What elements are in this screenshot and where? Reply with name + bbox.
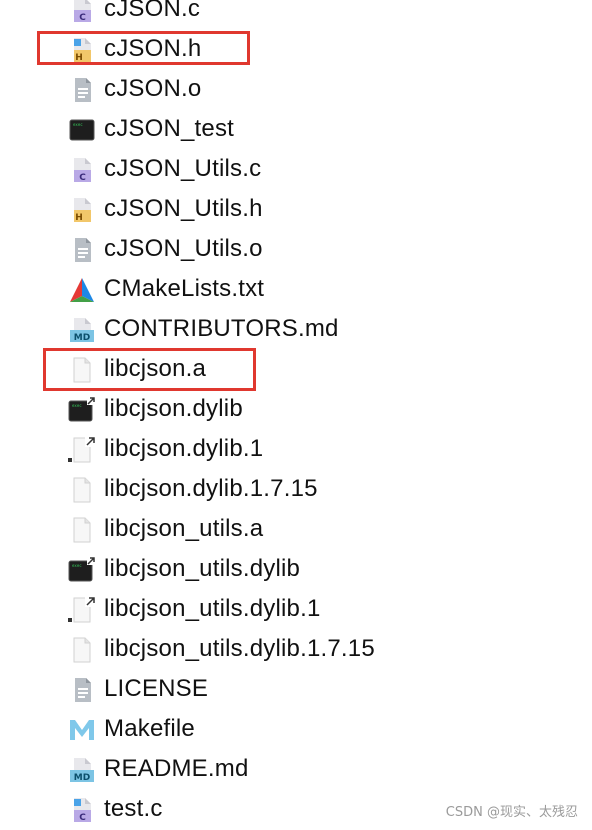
file-row-cjson-utils-h[interactable]: H cJSON_Utils.h: [0, 189, 592, 229]
file-name: libcjson.dylib.1.7.15: [104, 475, 318, 502]
header-file-icon: H: [68, 196, 96, 224]
svg-text:H: H: [75, 213, 83, 223]
file-row-libcjson-dylib-1[interactable]: libcjson.dylib.1: [0, 429, 592, 469]
file-name: CONTRIBUTORS.md: [104, 315, 339, 342]
plain-document-icon: [68, 236, 96, 264]
file-name: libcjson_utils.a: [104, 515, 264, 542]
svg-text:C: C: [79, 13, 86, 23]
file-name: cJSON.c: [104, 0, 201, 22]
svg-text:MD: MD: [74, 773, 90, 783]
file-row-cjson-o[interactable]: cJSON.o: [0, 69, 592, 109]
cmake-icon: [68, 276, 96, 304]
svg-text:C: C: [79, 813, 86, 823]
file-row-libcjson-utils-dylib-1[interactable]: libcjson_utils.dylib.1: [0, 589, 592, 629]
file-name: libcjson.dylib: [104, 395, 243, 422]
file-name: cJSON_Utils.c: [104, 155, 262, 182]
file-row-makefile[interactable]: Makefile: [0, 709, 592, 749]
file-name: libcjson_utils.dylib.1: [104, 595, 321, 622]
file-name: cJSON_Utils.o: [104, 235, 263, 262]
file-row-libcjson-utils-dylib[interactable]: exec libcjson_utils.dylib: [0, 549, 592, 589]
svg-text:C: C: [79, 173, 86, 183]
watermark: CSDN @现实、太残忍: [445, 805, 578, 820]
markdown-file-icon: MD: [68, 316, 96, 344]
file-name: cJSON.o: [104, 75, 202, 102]
file-name: LICENSE: [104, 675, 209, 702]
file-name: libcjson_utils.dylib: [104, 555, 301, 582]
file-name: libcjson_utils.dylib.1.7.15: [104, 635, 375, 662]
file-row-cjson-c[interactable]: C cJSON.c: [0, 0, 592, 29]
c-source-icon: C: [68, 156, 96, 184]
file-row-libcjson-utils-a[interactable]: libcjson_utils.a: [0, 509, 592, 549]
blank-alias-icon: [68, 596, 96, 624]
file-row-license[interactable]: LICENSE: [0, 669, 592, 709]
svg-text:exec: exec: [72, 563, 82, 568]
terminal-executable-icon: exec: [68, 116, 96, 144]
file-list: C cJSON.c H cJSON.h cJSON.o exec cJSON_t…: [0, 0, 592, 829]
c-source-icon: C: [68, 0, 96, 24]
blank-file-icon: [68, 476, 96, 504]
file-row-libcjson-a[interactable]: libcjson.a: [0, 349, 592, 389]
terminal-alias-icon: exec: [68, 556, 96, 584]
svg-text:exec: exec: [73, 122, 83, 127]
file-name: CMakeLists.txt: [104, 275, 265, 302]
file-row-libcjson-dylib-1-7-15[interactable]: libcjson.dylib.1.7.15: [0, 469, 592, 509]
file-name: cJSON.h: [104, 35, 202, 62]
markdown-file-icon: MD: [68, 756, 96, 784]
file-name: libcjson.a: [104, 355, 207, 382]
plain-document-icon: [68, 76, 96, 104]
svg-text:exec: exec: [72, 403, 82, 408]
file-row-cjson-test[interactable]: exec cJSON_test: [0, 109, 592, 149]
file-name: libcjson.dylib.1: [104, 435, 264, 462]
file-row-libcjson-utils-dylib-1-7-15[interactable]: libcjson_utils.dylib.1.7.15: [0, 629, 592, 669]
file-row-cjson-utils-o[interactable]: cJSON_Utils.o: [0, 229, 592, 269]
blank-file-icon: [68, 516, 96, 544]
plain-document-icon: [68, 676, 96, 704]
file-name: cJSON_Utils.h: [104, 195, 263, 222]
file-row-cjson-h[interactable]: H cJSON.h: [0, 29, 592, 69]
svg-text:H: H: [75, 53, 83, 63]
svg-text:MD: MD: [74, 333, 90, 343]
blank-file-icon: [68, 356, 96, 384]
file-row-readme[interactable]: MD README.md: [0, 749, 592, 789]
c-source-icon: C: [68, 796, 96, 824]
file-name: Makefile: [104, 715, 195, 742]
blank-file-icon: [68, 636, 96, 664]
file-name: README.md: [104, 755, 249, 782]
terminal-alias-icon: exec: [68, 396, 96, 424]
file-row-contributors[interactable]: MD CONTRIBUTORS.md: [0, 309, 592, 349]
file-row-cjson-utils-c[interactable]: C cJSON_Utils.c: [0, 149, 592, 189]
makefile-icon: [68, 716, 96, 744]
file-row-libcjson-dylib[interactable]: exec libcjson.dylib: [0, 389, 592, 429]
file-row-cmakelists[interactable]: CMakeLists.txt: [0, 269, 592, 309]
file-name: cJSON_test: [104, 115, 235, 142]
blank-alias-icon: [68, 436, 96, 464]
header-file-icon: H: [68, 36, 96, 64]
file-name: test.c: [104, 795, 163, 822]
